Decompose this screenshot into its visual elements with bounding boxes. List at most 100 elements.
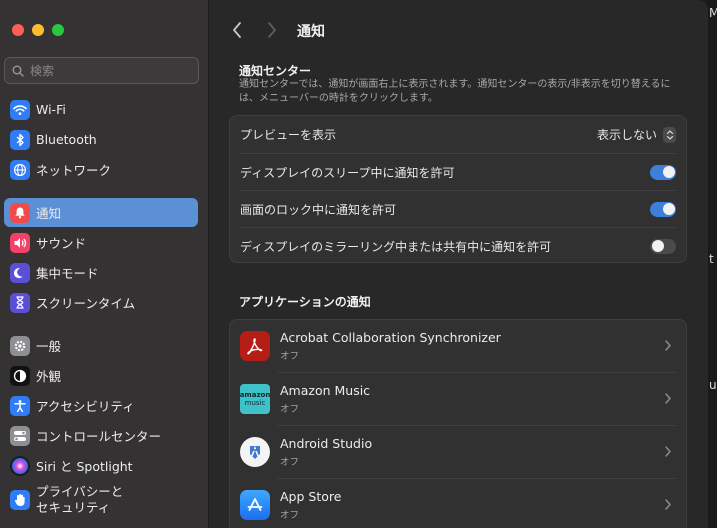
sidebar-item-label: Wi-Fi — [36, 102, 66, 117]
search-field[interactable] — [4, 57, 199, 84]
accessibility-icon — [10, 395, 30, 416]
sidebar-item-label: ネットワーク — [36, 163, 112, 178]
sidebar-item-control-center[interactable]: コントロールセンター — [4, 421, 198, 450]
notification-center-title: 通知センター — [239, 64, 312, 78]
app-status: オフ — [280, 404, 300, 415]
settings-window: Wi-Fi Bluetooth ネットワーク 通知 — [0, 0, 708, 528]
page-title: 通知 — [297, 24, 325, 40]
app-status: オフ — [280, 457, 300, 468]
amazon-music-icon-text: music — [244, 399, 266, 407]
sidebar-item-label-line2: セキュリティ — [36, 500, 111, 515]
sidebar-item-label-line1: プライバシーと — [36, 484, 124, 499]
sidebar-item-label: プライバシーと セキュリティ — [36, 484, 123, 516]
app-row-acrobat[interactable]: Acrobat Collaboration Synchronizer オフ — [240, 320, 676, 372]
moon-icon — [10, 262, 30, 283]
app-row-amazon-music[interactable]: amazon music Amazon Music オフ — [240, 373, 676, 425]
app-name: Acrobat Collaboration Synchronizer — [280, 330, 501, 345]
sidebar-item-label: サウンド — [36, 236, 87, 251]
sidebar-item-label: 通知 — [36, 206, 62, 221]
lock-row: 画面のロック中に通知を許可 — [240, 191, 676, 227]
sidebar-item-label: Bluetooth — [36, 132, 97, 147]
window-controls — [12, 24, 64, 36]
notification-center-description: 通知センターでは、通知が画面右上に表示されます。通知センターの表示/非表示を切り… — [239, 79, 671, 104]
lock-toggle[interactable] — [650, 201, 676, 217]
amazon-music-icon: amazon music — [240, 384, 270, 414]
chevron-right-icon — [665, 340, 671, 351]
sidebar-item-wifi[interactable]: Wi-Fi — [4, 95, 198, 124]
switches-icon — [10, 425, 30, 446]
mirror-label: ディスプレイのミラーリング中または共有中に通知を許可 — [240, 239, 552, 254]
appearance-icon — [10, 365, 30, 386]
preview-label: プレビューを表示 — [240, 128, 337, 142]
back-button[interactable] — [229, 20, 245, 40]
sidebar-item-notifications[interactable]: 通知 — [4, 198, 198, 227]
toggle-knob — [662, 203, 675, 215]
search-input[interactable] — [28, 62, 192, 79]
sidebar-item-privacy-security[interactable]: プライバシーと セキュリティ — [4, 483, 198, 517]
amazon-music-icon-text: amazon — [239, 391, 271, 399]
sidebar-item-label: Siri と Spotlight — [36, 459, 133, 474]
app-status: オフ — [280, 351, 300, 362]
siri-icon — [10, 455, 30, 476]
bluetooth-icon — [10, 129, 30, 150]
globe-icon — [10, 159, 30, 180]
android-studio-icon — [240, 437, 270, 467]
chevron-right-icon — [665, 446, 671, 457]
sleep-label: ディスプレイのスリープ中に通知を許可 — [240, 165, 455, 180]
sleep-row: ディスプレイのスリープ中に通知を許可 — [240, 154, 676, 190]
sidebar-item-bluetooth[interactable]: Bluetooth — [4, 125, 198, 154]
app-notifications-title: アプリケーションの通知 — [239, 295, 371, 309]
sidebar-item-general[interactable]: 一般 — [4, 331, 198, 360]
forward-button[interactable] — [264, 20, 280, 40]
app-row-app-store[interactable]: App Store オフ — [240, 479, 676, 528]
background-window-text: u — [709, 378, 717, 392]
preview-select[interactable]: 表示しない — [597, 126, 676, 143]
background-window-text: M — [709, 6, 717, 20]
updown-chevron-icon — [663, 126, 676, 143]
main-content: 通知 通知センター 通知センターでは、通知が画面右上に表示されます。通知センター… — [209, 0, 708, 528]
mirror-toggle[interactable] — [650, 238, 676, 254]
acrobat-icon — [240, 331, 270, 361]
hand-icon — [10, 490, 30, 510]
sidebar-item-label: 外観 — [36, 369, 62, 384]
sidebar-item-network[interactable]: ネットワーク — [4, 155, 198, 184]
sidebar-item-screen-time[interactable]: スクリーンタイム — [4, 288, 198, 317]
hourglass-icon — [10, 292, 30, 313]
mirror-row: ディスプレイのミラーリング中または共有中に通知を許可 — [240, 228, 676, 264]
sidebar-item-label: アクセシビリティ — [36, 399, 135, 414]
sidebar-item-accessibility[interactable]: アクセシビリティ — [4, 391, 198, 420]
app-status: オフ — [280, 510, 300, 521]
app-name: App Store — [280, 489, 342, 504]
preview-value: 表示しない — [596, 128, 657, 142]
wifi-icon — [10, 99, 30, 120]
sidebar-item-appearance[interactable]: 外観 — [4, 361, 198, 390]
bell-icon — [10, 202, 30, 223]
notification-settings-group: プレビューを表示 表示しない ディスプレイのスリープ中に通知を許可 画面のロック… — [229, 115, 687, 263]
gear-icon — [10, 335, 30, 356]
sleep-toggle[interactable] — [650, 164, 676, 180]
sidebar: Wi-Fi Bluetooth ネットワーク 通知 — [0, 0, 209, 528]
sidebar-item-siri-spotlight[interactable]: Siri と Spotlight — [4, 451, 198, 480]
zoom-window-button[interactable] — [52, 24, 64, 36]
speaker-icon — [10, 232, 30, 253]
sidebar-item-focus[interactable]: 集中モード — [4, 258, 198, 287]
sidebar-item-sound[interactable]: サウンド — [4, 228, 198, 257]
preview-row: プレビューを表示 表示しない — [240, 116, 676, 153]
app-row-android-studio[interactable]: Android Studio オフ — [240, 426, 676, 478]
app-name: Amazon Music — [280, 383, 371, 398]
sidebar-item-label: スクリーンタイム — [36, 296, 136, 311]
search-icon — [12, 65, 24, 77]
toggle-knob — [662, 166, 675, 178]
lock-label: 画面のロック中に通知を許可 — [240, 202, 397, 217]
app-store-icon — [240, 490, 270, 520]
toggle-knob — [651, 240, 664, 252]
app-name: Android Studio — [280, 436, 373, 451]
close-window-button[interactable] — [12, 24, 24, 36]
background-window-text: t — [709, 252, 714, 266]
sidebar-item-label: 集中モード — [36, 266, 99, 281]
toolbar: 通知 — [209, 0, 708, 56]
app-list-group: Acrobat Collaboration Synchronizer オフ am… — [229, 319, 687, 528]
minimize-window-button[interactable] — [32, 24, 44, 36]
sidebar-item-label: 一般 — [36, 339, 62, 354]
sidebar-item-label: コントロールセンター — [36, 429, 162, 444]
